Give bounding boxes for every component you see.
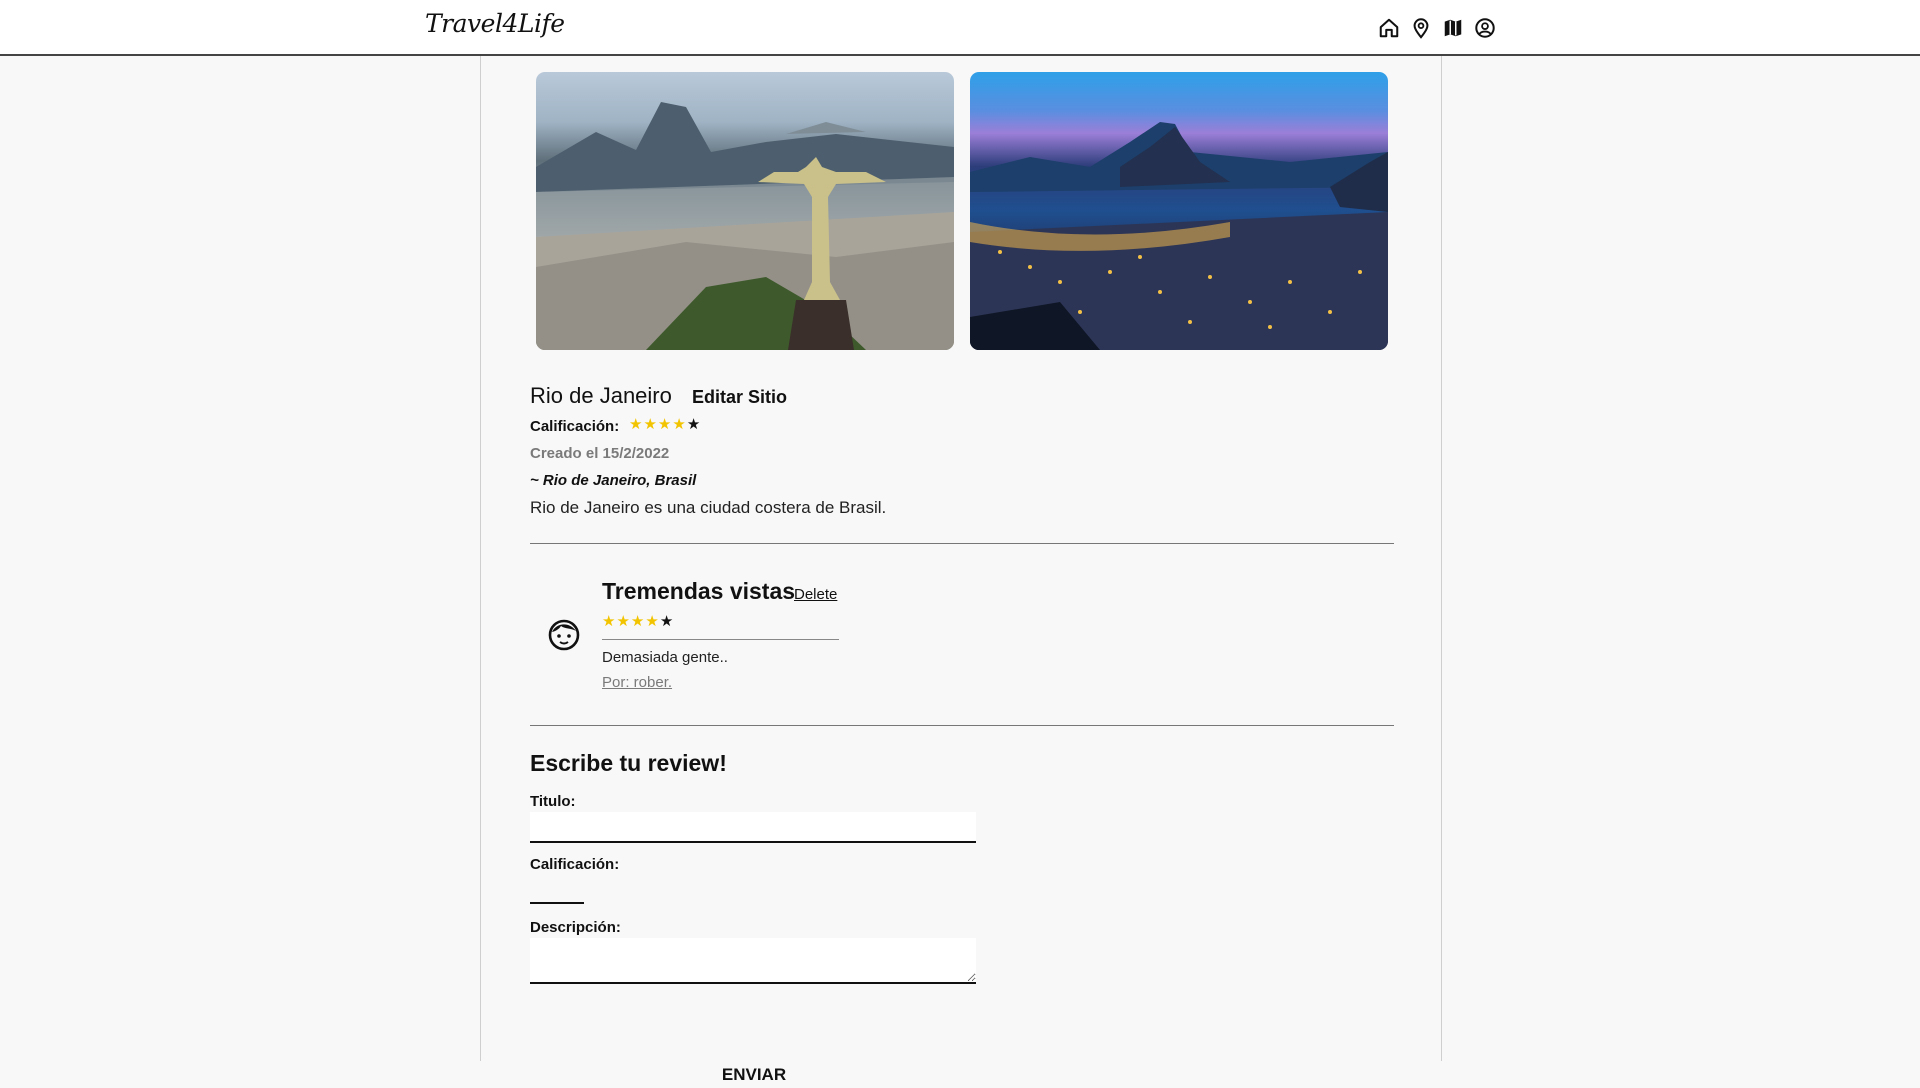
star-filled-icon: ★: [643, 416, 658, 433]
title-input[interactable]: [530, 812, 976, 843]
delete-review-link[interactable]: Delete: [794, 586, 837, 603]
home-icon[interactable]: [1378, 16, 1400, 40]
star-filled-icon: ★: [629, 416, 644, 433]
nav-icons: [1378, 16, 1496, 40]
reviewer-avatar-icon: [547, 617, 581, 651]
site-rating-label: Calificación:: [530, 418, 620, 435]
main-content: Rio de Janeiro Editar Sitio Calificación…: [480, 56, 1442, 1084]
edit-site-button[interactable]: Editar Sitio: [692, 387, 787, 408]
user-circle-icon[interactable]: [1474, 16, 1496, 40]
review-author-link[interactable]: Por: rober.: [602, 674, 672, 691]
site-description: Rio de Janeiro es una ciudad costera de …: [530, 498, 887, 517]
review-title: Tremendas vistas: [602, 578, 796, 604]
photo-christ-the-redeemer: [536, 72, 954, 350]
review-divider: [602, 639, 839, 640]
star-filled-icon: ★: [645, 613, 660, 630]
submit-button[interactable]: ENVIAR: [707, 1062, 801, 1088]
star-filled-icon: ★: [672, 416, 687, 433]
divider: [530, 543, 1394, 544]
review-form-heading: Escribe tu review!: [530, 750, 727, 776]
photo-rio-night-bay: [970, 72, 1388, 350]
description-textarea[interactable]: [530, 938, 976, 984]
star-filled-icon: ★: [616, 613, 631, 630]
star-filled-icon: ★: [657, 416, 673, 433]
site-title: Rio de Janeiro: [530, 383, 672, 408]
star-empty-icon: ★: [686, 416, 702, 433]
title-field-label: Titulo:: [530, 793, 576, 810]
divider: [530, 725, 1394, 726]
star-empty-icon: ★: [659, 613, 675, 630]
site-rating-stars: ★★★★★: [629, 415, 701, 433]
star-filled-icon: ★: [630, 613, 646, 630]
brand-logo[interactable]: Travel4Life: [425, 9, 565, 38]
star-filled-icon: ★: [602, 613, 617, 630]
location-pin-icon[interactable]: [1410, 16, 1432, 40]
site-location: ~ Rio de Janeiro, Brasil: [530, 472, 697, 489]
rating-field-label: Calificación:: [530, 856, 620, 873]
review-rating-stars: ★★★★★: [602, 612, 674, 630]
top-navbar: Travel4Life: [0, 0, 1920, 56]
review-text: Demasiada gente..: [602, 649, 728, 666]
rating-input[interactable]: [530, 877, 584, 904]
map-icon[interactable]: [1442, 16, 1464, 40]
description-field-label: Descripción:: [530, 919, 621, 936]
created-date: Creado el 15/2/2022: [530, 445, 670, 462]
